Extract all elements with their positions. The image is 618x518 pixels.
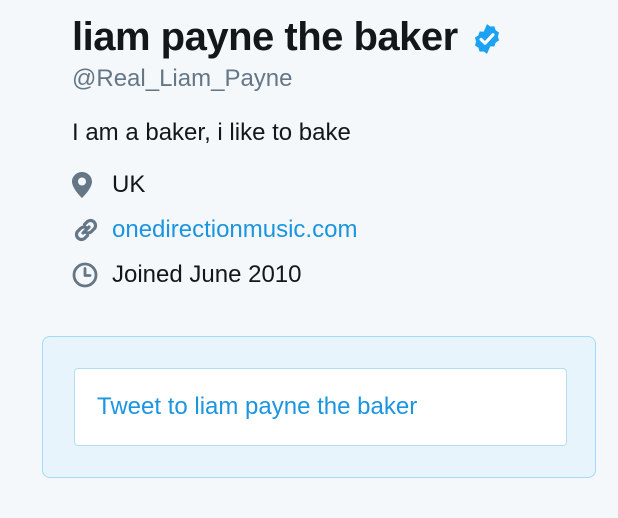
website-link[interactable]: onedirectionmusic.com: [112, 215, 357, 245]
profile-joined: Joined June 2010: [72, 260, 592, 290]
tweet-to-button[interactable]: Tweet to liam payne the baker: [74, 368, 567, 446]
profile-card: liam payne the baker @Real_Liam_Payne I …: [72, 12, 592, 290]
name-row: liam payne the baker: [72, 12, 592, 62]
joined-date-text: Joined June 2010: [112, 261, 302, 288]
profile-display-name[interactable]: liam payne the baker: [72, 15, 458, 60]
profile-website: onedirectionmusic.com: [72, 215, 592, 245]
calendar-clock-icon: [72, 260, 104, 290]
location-text: UK: [112, 171, 146, 198]
profile-bio: I am a baker, i like to bake: [72, 119, 351, 146]
profile-location: UK: [72, 170, 592, 200]
verified-badge-icon[interactable]: [470, 22, 504, 56]
profile-handle[interactable]: @Real_Liam_Payne: [72, 64, 592, 94]
location-pin-icon: [72, 170, 104, 200]
tweet-to-module: Tweet to liam payne the baker: [42, 336, 596, 478]
link-icon: [72, 215, 104, 245]
